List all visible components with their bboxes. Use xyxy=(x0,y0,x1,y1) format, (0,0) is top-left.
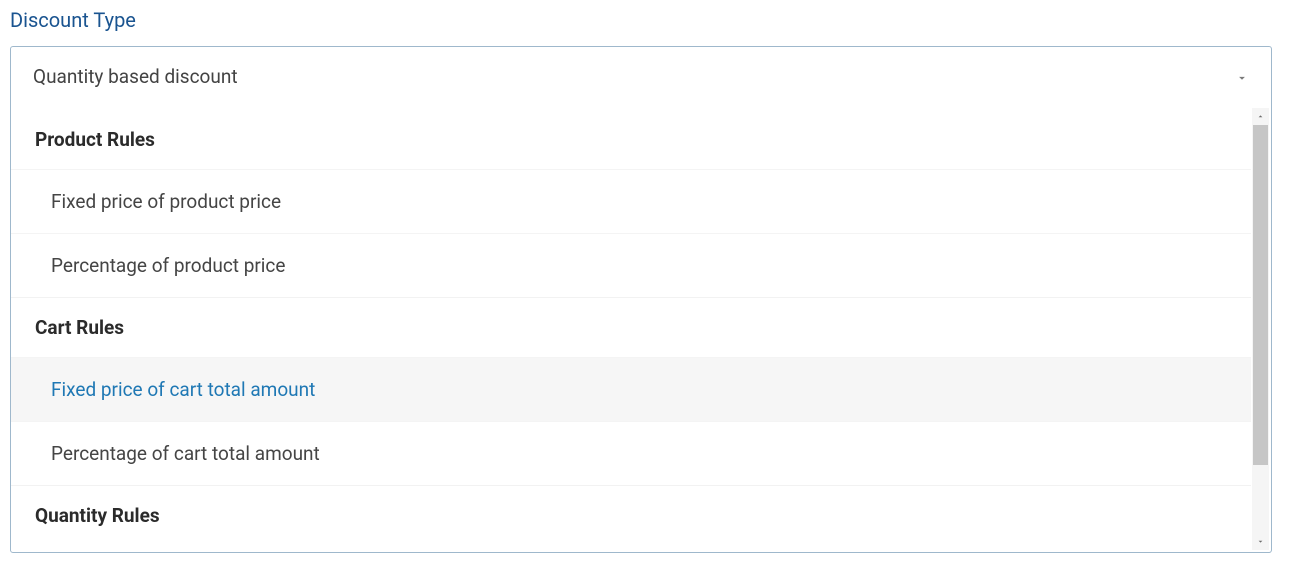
optgroup-product-rules: Product Rules xyxy=(11,106,1251,169)
select-header[interactable]: Quantity based discount xyxy=(11,47,1271,106)
scrollbar-down-arrow-icon[interactable] xyxy=(1252,533,1269,550)
select-value: Quantity based discount xyxy=(33,65,238,88)
scrollbar[interactable] xyxy=(1252,108,1269,550)
discount-type-select[interactable]: Quantity based discount Product Rules Fi… xyxy=(10,46,1272,553)
option-fixed-price-product[interactable]: Fixed price of product price xyxy=(11,169,1251,233)
option-percentage-product[interactable]: Percentage of product price xyxy=(11,233,1251,297)
scrollbar-thumb[interactable] xyxy=(1253,125,1268,465)
dropdown-panel: Product Rules Fixed price of product pri… xyxy=(11,106,1271,552)
optgroup-quantity-rules: Quantity Rules xyxy=(11,485,1251,527)
optgroup-cart-rules: Cart Rules xyxy=(11,297,1251,357)
dropdown-list: Product Rules Fixed price of product pri… xyxy=(11,106,1271,552)
chevron-down-icon xyxy=(1235,70,1249,84)
option-percentage-cart[interactable]: Percentage of cart total amount xyxy=(11,421,1251,485)
option-fixed-price-cart[interactable]: Fixed price of cart total amount xyxy=(11,357,1251,421)
field-label: Discount Type xyxy=(10,8,1280,32)
scrollbar-up-arrow-icon[interactable] xyxy=(1252,108,1269,125)
